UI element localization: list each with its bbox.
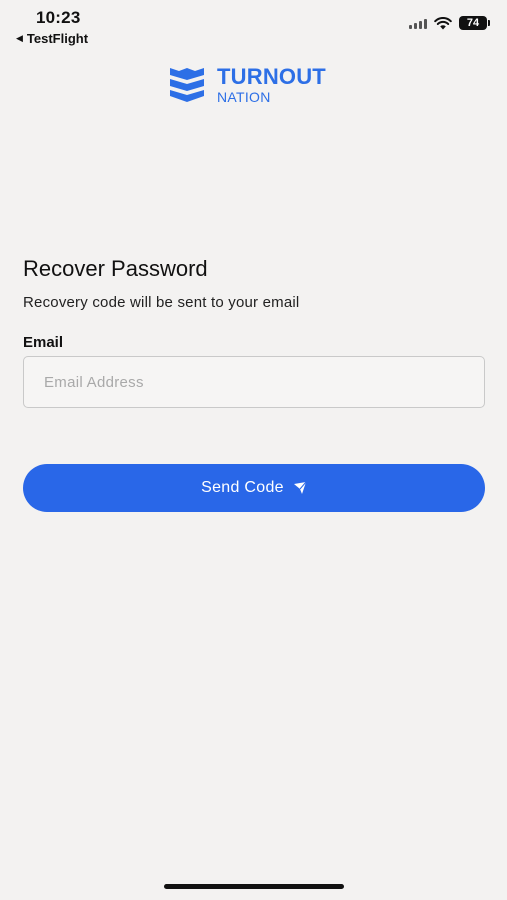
back-to-app-link[interactable]: ◀ TestFlight bbox=[16, 31, 88, 46]
wifi-icon bbox=[434, 16, 452, 30]
paper-plane-icon bbox=[293, 481, 307, 495]
shield-stripes-icon bbox=[167, 66, 207, 104]
back-app-label: TestFlight bbox=[26, 31, 89, 46]
page-subtitle: Recovery code will be sent to your email bbox=[23, 294, 300, 311]
signal-icon bbox=[409, 17, 427, 29]
logo-title: TURNOUT bbox=[217, 64, 326, 89]
email-label: Email bbox=[23, 334, 64, 351]
page-title: Recover Password bbox=[23, 256, 208, 281]
app-logo: TURNOUT NATION bbox=[167, 66, 326, 104]
status-indicators: 74 bbox=[409, 16, 490, 30]
email-field[interactable] bbox=[23, 356, 485, 408]
back-arrow-icon: ◀ bbox=[16, 33, 23, 43]
home-indicator[interactable] bbox=[164, 884, 344, 889]
send-code-label: Send Code bbox=[201, 479, 284, 496]
logo-text: TURNOUT NATION bbox=[217, 64, 326, 105]
status-bar: 10:23 ◀ TestFlight 74 bbox=[0, 0, 507, 50]
status-time: 10:23 bbox=[36, 8, 81, 27]
logo-subtitle: NATION bbox=[217, 89, 271, 105]
send-code-button[interactable]: Send Code bbox=[23, 464, 485, 512]
battery-icon: 74 bbox=[459, 16, 490, 30]
